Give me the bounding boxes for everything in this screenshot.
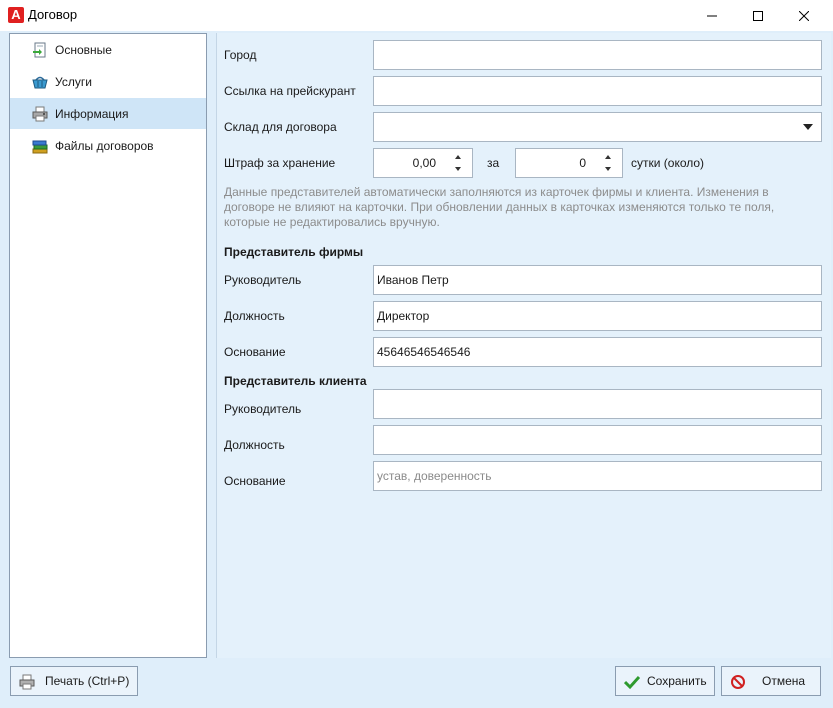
client-basis-field[interactable]: устав, доверенность [373,461,822,491]
client-head-field[interactable] [373,389,822,419]
client-basis-label: Основание [224,474,286,488]
cancel-button[interactable]: Отмена [721,666,821,696]
firm-head-field[interactable]: Иванов Петр [373,265,822,295]
info-panel: Город Ссылка на прейскурант Склад для до… [216,33,831,658]
checkmark-icon [624,675,640,690]
info-note: Данные представителей автоматически запо… [224,185,775,229]
spin-down-icon[interactable] [605,167,611,171]
print-button-label: Печать (Ctrl+P) [45,674,130,688]
city-label: Город [224,48,257,62]
window-title: Договор [28,7,78,22]
city-field[interactable] [373,40,822,70]
save-button[interactable]: Сохранить [615,666,715,696]
per-label: за [487,156,500,170]
firm-position-field[interactable]: Директор [373,301,822,331]
price-link-field[interactable] [373,76,822,106]
warehouse-select[interactable] [373,112,822,142]
storage-fee-value: 0,00 [412,156,436,170]
sidebar-item-label: Услуги [55,74,92,89]
title-bar: A Договор [0,0,833,31]
minimize-icon [707,15,717,16]
sidebar-item-contract-files[interactable]: Файлы договоров [10,130,206,161]
client-position-label: Должность [224,438,285,452]
firm-rep-heading: Представитель фирмы [224,245,364,259]
save-button-label: Сохранить [647,674,707,688]
client-position-field[interactable] [373,425,822,455]
firm-head-label: Руководитель [224,273,302,287]
client-head-label: Руководитель [224,402,302,416]
days-stepper[interactable]: 0 [515,148,623,178]
books-icon [32,140,48,153]
storage-fee-label: Штраф за хранение [224,156,336,170]
close-icon [799,10,809,21]
firm-basis-label: Основание [224,345,286,359]
firm-basis-field[interactable]: 45646546546546 [373,337,822,367]
document-arrow-icon [33,42,46,57]
spin-up-icon[interactable] [455,155,461,159]
bottom-bar: Печать (Ctrl+P) Сохранить Отмена [0,658,833,708]
app-logo-icon: A [8,7,24,23]
printer-gear-icon [32,106,48,121]
spin-up-icon[interactable] [605,155,611,159]
price-link-label: Ссылка на прейскурант [224,84,356,98]
cancel-icon [731,675,745,689]
maximize-icon [753,10,763,21]
minimize-button[interactable] [689,0,735,31]
days-value: 0 [579,156,586,170]
sidebar-item-label: Информация [55,106,129,121]
sidebar: Основные Услуги Информация Файлы договор… [9,33,207,658]
maximize-button[interactable] [735,0,781,31]
cancel-button-label: Отмена [762,674,806,688]
close-button[interactable] [781,0,827,31]
sidebar-item-services[interactable]: Услуги [10,66,206,97]
basket-icon [32,76,48,88]
firm-position-label: Должность [224,309,285,323]
spin-down-icon[interactable] [455,167,461,171]
sidebar-item-info[interactable]: Информация [10,98,206,129]
print-button[interactable]: Печать (Ctrl+P) [10,666,138,696]
sidebar-item-main[interactable]: Основные [10,34,206,65]
sidebar-item-label: Файлы договоров [55,138,154,153]
storage-fee-stepper[interactable]: 0,00 [373,148,473,178]
unit-label: сутки (около) [631,156,705,170]
sidebar-item-label: Основные [55,42,112,57]
client-rep-heading: Представитель клиента [224,374,367,388]
printer-icon [19,674,35,690]
chevron-down-icon[interactable] [803,124,813,130]
warehouse-label: Склад для договора [224,120,337,134]
